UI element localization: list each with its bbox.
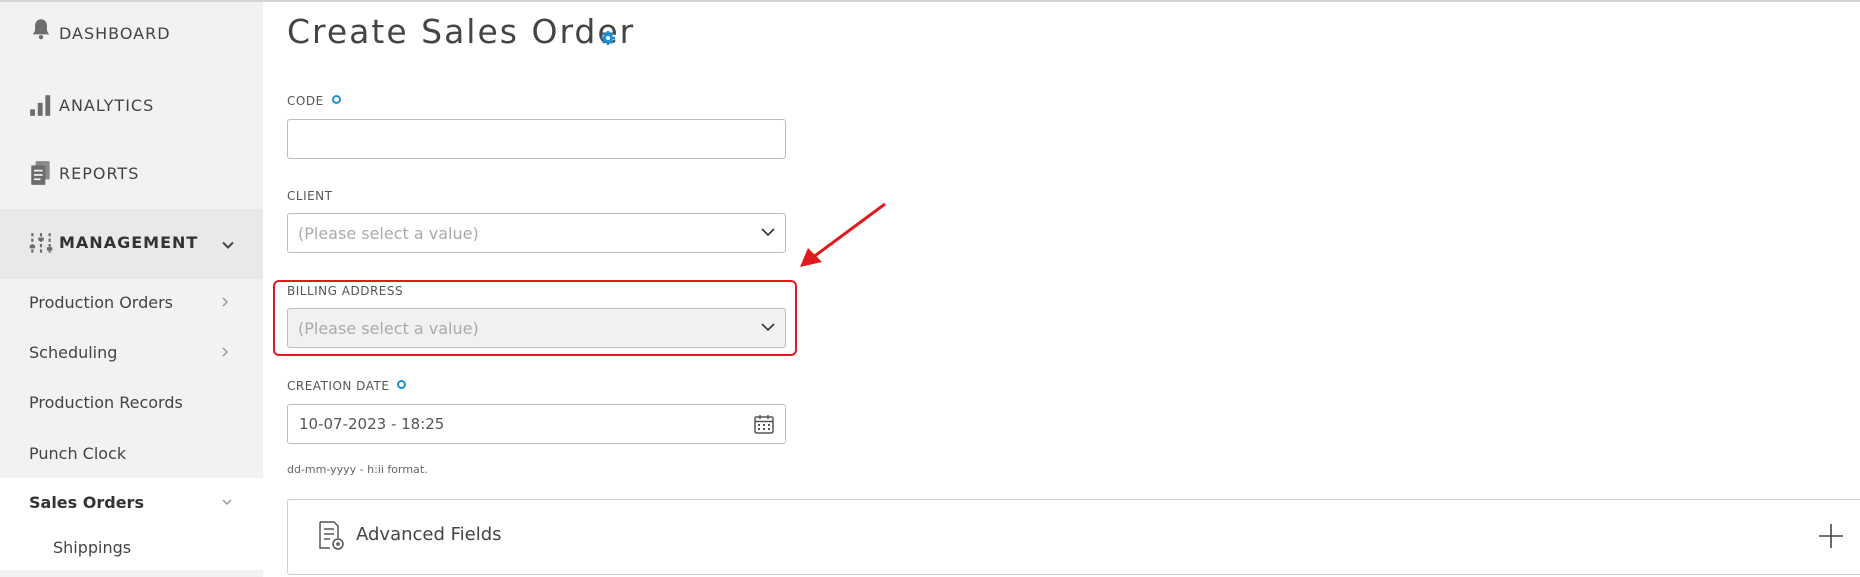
sidebar: DASHBOARD ANALYTICS REPORTS MANAGEMENT P… <box>0 2 263 577</box>
sidebar-item-dashboard[interactable]: DASHBOARD <box>0 2 263 62</box>
advanced-fields-panel[interactable]: Advanced Fields <box>287 499 1860 575</box>
chevron-down-icon <box>222 499 232 506</box>
client-placeholder: (Please select a value) <box>298 224 479 243</box>
sidebar-item-label: REPORTS <box>59 164 140 183</box>
date-format-hint: dd-mm-yyyy - h:ii format. <box>287 463 428 476</box>
advanced-fields-label: Advanced Fields <box>356 524 502 545</box>
bar-chart-icon <box>30 95 51 116</box>
code-label-text: CODE <box>287 94 324 108</box>
sidebar-item-label: Shippings <box>53 538 132 557</box>
document-settings-icon <box>319 521 344 550</box>
sidebar-item-label: MANAGEMENT <box>59 233 199 252</box>
sidebar-item-management[interactable]: MANAGEMENT <box>0 209 263 279</box>
top-border <box>0 0 1860 2</box>
document-icon <box>31 161 50 185</box>
sidebar-item-label: Sales Orders <box>29 492 144 512</box>
sidebar-item-label: Production Records <box>29 392 183 412</box>
client-label: CLIENT <box>287 189 333 203</box>
code-label: CODE <box>287 94 341 108</box>
sidebar-item-label: Scheduling <box>29 342 118 362</box>
chevron-down-icon <box>761 228 775 237</box>
page-title: Create Sales Order <box>287 12 636 51</box>
sidebar-item-production-orders[interactable]: Production Orders <box>0 278 263 326</box>
sidebar-item-label: ANALYTICS <box>59 96 155 115</box>
sidebar-item-punch-clock[interactable]: Punch Clock <box>0 429 263 477</box>
sidebar-item-reports[interactable]: REPORTS <box>0 142 263 202</box>
code-input[interactable] <box>287 119 786 159</box>
required-indicator-icon <box>331 95 341 104</box>
annotation-highlight-box <box>273 280 797 356</box>
sidebar-item-scheduling[interactable]: Scheduling <box>0 328 263 376</box>
creation-date-input[interactable]: 10-07-2023 - 18:25 <box>287 404 786 444</box>
gear-icon[interactable] <box>600 30 616 46</box>
creation-date-value: 10-07-2023 - 18:25 <box>299 415 445 433</box>
sidebar-item-label: Production Orders <box>29 292 174 312</box>
chevron-down-icon <box>222 241 234 249</box>
required-indicator-icon <box>397 380 407 389</box>
calendar-icon[interactable] <box>753 413 775 435</box>
sidebar-item-production-records[interactable]: Production Records <box>0 378 263 426</box>
sidebar-item-shippings[interactable]: Shippings <box>0 526 263 570</box>
chevron-right-icon <box>222 347 229 357</box>
plus-icon[interactable] <box>1817 522 1845 550</box>
sidebar-item-analytics[interactable]: ANALYTICS <box>0 72 263 132</box>
creation-date-label: CREATION DATE <box>287 379 407 393</box>
creation-date-label-text: CREATION DATE <box>287 379 390 393</box>
sidebar-item-sales-orders[interactable]: Sales Orders <box>0 478 263 526</box>
annotation-arrow-icon <box>800 202 886 267</box>
client-select[interactable]: (Please select a value) <box>287 213 786 253</box>
sidebar-item-label: DASHBOARD <box>59 24 171 43</box>
chevron-right-icon <box>222 297 229 307</box>
sliders-icon <box>29 233 53 255</box>
bell-icon <box>32 19 50 40</box>
sidebar-item-label: Punch Clock <box>29 443 127 463</box>
